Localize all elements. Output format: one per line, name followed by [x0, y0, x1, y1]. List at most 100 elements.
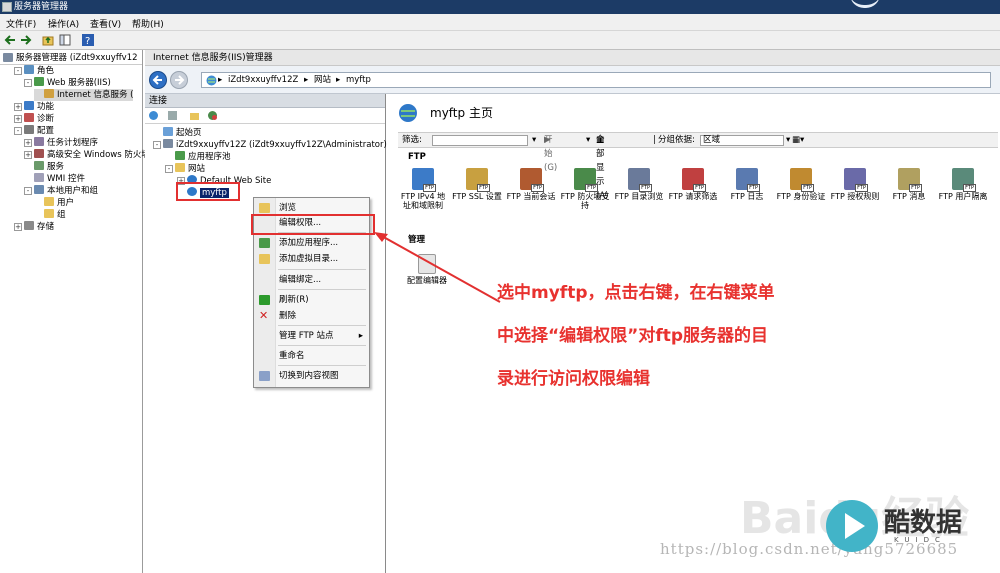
expander-icon[interactable]: +: [14, 115, 22, 123]
tree-item[interactable]: - Web 服务器(IIS): [24, 77, 111, 89]
feature-tile[interactable]: FTP FTP IPv4 地址和域限制: [398, 168, 448, 210]
context-menu-item-label: 编辑绑定...: [279, 275, 322, 285]
tree-item[interactable]: 组: [34, 209, 66, 221]
tree-item[interactable]: - 本地用户和组: [24, 185, 98, 197]
context-menu-item[interactable]: 重命名: [254, 349, 369, 363]
connect-globe-icon[interactable]: [148, 110, 159, 121]
context-menu-item-label: 添加虚拟目录...: [279, 254, 339, 264]
folder-icon[interactable]: [189, 110, 200, 121]
connection-node[interactable]: - iZdt9xxuyffv12Z (iZdt9xxuyffv12Z\Admini…: [153, 139, 387, 151]
feature-tile[interactable]: FTP FTP 当前会话: [506, 168, 556, 201]
view-toggle-icon[interactable]: ▦▾: [792, 133, 804, 147]
feature-tile[interactable]: FTP FTP 防火墙支持: [560, 168, 610, 210]
expander-icon[interactable]: -: [153, 141, 161, 149]
feature-tile[interactable]: FTP FTP 消息: [884, 168, 934, 201]
feature-label: FTP 授权规则: [830, 192, 880, 201]
context-menu-item[interactable]: 添加应用程序...: [254, 236, 369, 250]
connection-node[interactable]: 应用程序池: [165, 151, 231, 163]
nav-back-button[interactable]: [149, 71, 167, 89]
tree-item[interactable]: + 高级安全 Windows 防火墙: [24, 149, 150, 161]
menu-view[interactable]: 查看(V): [90, 17, 121, 30]
up-folder-icon[interactable]: [42, 34, 54, 46]
server-manager-tree: 服务器管理器 (iZdt9xxuyffv12 - 角色 - Web 服务器(IIS) I…: [0, 50, 150, 573]
feature-tile[interactable]: FTP FTP 用户隔离: [938, 168, 988, 201]
expander-icon[interactable]: -: [14, 127, 22, 135]
tree-item[interactable]: + 存储: [14, 221, 54, 233]
node-icon: [24, 65, 34, 74]
tree-item[interactable]: - 角色: [14, 65, 54, 77]
highlight-edit-permissions: [251, 214, 375, 235]
expander-icon[interactable]: -: [24, 187, 32, 195]
context-menu-item[interactable]: 切换到内容视图: [254, 369, 369, 383]
context-menu-item[interactable]: ✕ 删除: [254, 309, 369, 323]
page-title: myftp 主页: [430, 106, 493, 120]
breadcrumb-site[interactable]: myftp: [346, 73, 371, 87]
tree-item[interactable]: 用户: [34, 197, 74, 209]
tree-item[interactable]: + 诊断: [14, 113, 54, 125]
connection-node[interactable]: 起始页: [153, 127, 202, 139]
node-icon: [24, 221, 34, 230]
tree-item[interactable]: Internet 信息服务 (: [34, 89, 134, 101]
tree-root-row[interactable]: 服务器管理器 (iZdt9xxuyffv12: [0, 50, 142, 65]
save-icon[interactable]: [167, 110, 178, 121]
expander-icon[interactable]: -: [165, 165, 173, 173]
tree-root-label: 服务器管理器 (iZdt9xxuyffv12: [16, 53, 138, 63]
ftp-logging-icon: FTP: [736, 168, 760, 192]
tree-item[interactable]: + 任务计划程序: [24, 137, 98, 149]
feature-label: FTP IPv4 地址和域限制: [400, 192, 446, 210]
feature-label: FTP 当前会话: [506, 192, 556, 201]
delete-icon: ✕: [259, 309, 269, 322]
node-icon: [163, 139, 173, 148]
address-bar[interactable]: ▸ iZdt9xxuyffv12Z ▸ 网站 ▸ myftp: [201, 72, 991, 88]
menu-action[interactable]: 操作(A): [48, 17, 79, 30]
menu-help[interactable]: 帮助(H): [132, 17, 164, 30]
feature-tile[interactable]: FTP FTP 身份验证: [776, 168, 826, 201]
show-hide-tree-icon[interactable]: [59, 34, 71, 46]
tree-item[interactable]: WMI 控件: [24, 173, 85, 185]
node-icon: [34, 185, 44, 194]
server-connect-icon[interactable]: [207, 110, 218, 121]
ftp-auth-icon: FTP: [790, 168, 814, 192]
context-menu-item[interactable]: 添加虚拟目录...: [254, 252, 369, 266]
nav-forward-button[interactable]: [170, 71, 188, 89]
context-menu-item[interactable]: 刷新(R): [254, 293, 369, 307]
context-menu-item[interactable]: 编辑绑定...: [254, 273, 369, 287]
breadcrumb-sites[interactable]: 网站: [314, 73, 331, 87]
expander-icon[interactable]: +: [14, 103, 22, 111]
expander-icon[interactable]: +: [24, 139, 32, 147]
feature-tile[interactable]: FTP FTP SSL 设置: [452, 168, 502, 201]
annotation-line-1: 选中myftp，点击右键，在右键菜单: [497, 283, 775, 303]
back-icon[interactable]: [4, 34, 16, 46]
server-icon: [3, 53, 13, 62]
forward-icon[interactable]: [20, 34, 32, 46]
context-menu-item[interactable]: 浏览: [254, 201, 369, 215]
refresh-icon: [259, 295, 270, 305]
feature-label: FTP 请求筛选: [668, 192, 718, 201]
context-menu-item-label: 刷新(R): [279, 295, 309, 305]
expander-icon[interactable]: +: [14, 223, 22, 231]
node-icon: [44, 197, 54, 206]
feature-tile[interactable]: FTP FTP 日志: [722, 168, 772, 201]
ftp-messages-icon: FTP: [898, 168, 922, 192]
expander-icon[interactable]: -: [24, 79, 32, 87]
breadcrumb-server[interactable]: iZdt9xxuyffv12Z: [228, 73, 298, 87]
feature-tile[interactable]: FTP FTP 请求筛选: [668, 168, 718, 201]
section-ftp: FTP: [408, 152, 426, 162]
connection-node[interactable]: - 网站: [165, 163, 205, 175]
node-icon: [175, 151, 185, 160]
tree-item[interactable]: + 功能: [14, 101, 54, 113]
feature-tile[interactable]: FTP FTP 目录浏览: [614, 168, 664, 201]
tree-item-label: Internet 信息服务 (: [57, 90, 134, 100]
expander-icon[interactable]: -: [14, 67, 22, 75]
help-icon[interactable]: ?: [82, 34, 94, 46]
context-menu-item[interactable]: 管理 FTP 站点 ▸: [254, 329, 369, 343]
feature-tile[interactable]: FTP FTP 授权规则: [830, 168, 880, 201]
filter-input[interactable]: [432, 135, 528, 146]
tree-item[interactable]: - 配置: [14, 125, 54, 137]
tree-item[interactable]: 服务: [24, 161, 64, 173]
menu-file[interactable]: 文件(F): [6, 17, 36, 30]
iis-navigation-bar: ▸ iZdt9xxuyffv12Z ▸ 网站 ▸ myftp: [145, 66, 1000, 94]
group-by-select[interactable]: 区域: [700, 135, 784, 146]
connections-title: 连接: [145, 94, 385, 108]
expander-icon[interactable]: +: [24, 151, 32, 159]
